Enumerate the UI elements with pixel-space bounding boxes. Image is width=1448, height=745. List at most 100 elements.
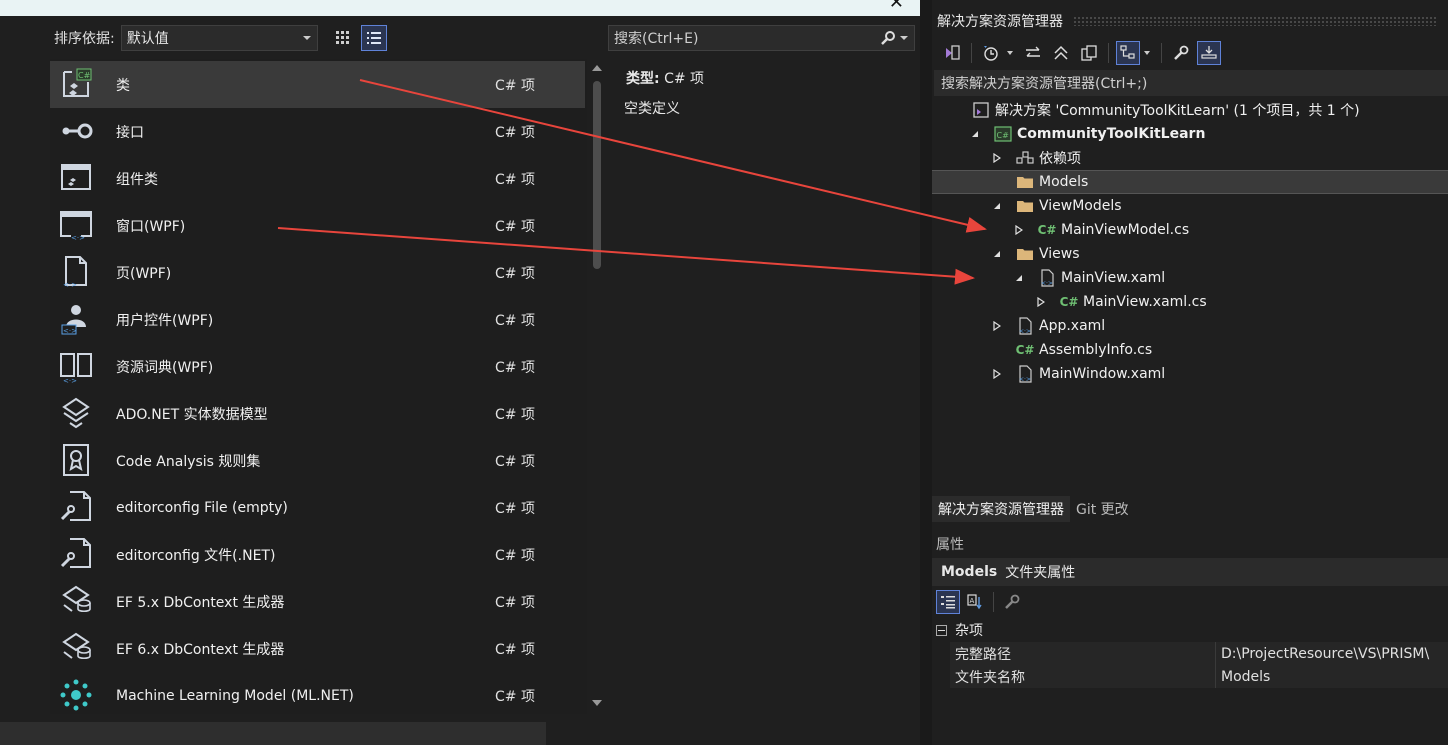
template-item-type: C# 项: [495, 547, 535, 564]
collapse-all-button[interactable]: [1049, 41, 1073, 65]
xaml-file-icon: <·>: [1016, 317, 1034, 335]
template-item[interactable]: Machine Learning Model (ML.NET) C# 项: [50, 672, 585, 714]
template-item[interactable]: EF 5.x DbContext 生成器 C# 项: [50, 578, 585, 625]
alphabetical-button[interactable]: A: [963, 590, 987, 614]
template-list-scrollbar[interactable]: [588, 59, 606, 714]
collapse-icon[interactable]: [936, 624, 947, 636]
sort-dropdown[interactable]: 默认值: [120, 25, 318, 51]
tree-node[interactable]: 解决方案 'CommunityToolKitLearn' (1 个项目，共 1 …: [932, 98, 1448, 122]
property-value[interactable]: Models: [1221, 669, 1270, 685]
template-item-type: C# 项: [495, 265, 535, 282]
close-icon[interactable]: ✕: [889, 0, 904, 13]
template-item-name: EF 6.x DbContext 生成器: [116, 641, 285, 658]
solution-explorer-search-input[interactable]: 搜索解决方案资源管理器(Ctrl+;): [934, 70, 1448, 96]
tab-git-changes[interactable]: Git 更改: [1070, 496, 1135, 522]
tree-view-button[interactable]: [1116, 41, 1140, 65]
horizontal-scrollbar[interactable]: [0, 722, 546, 745]
add-new-item-dialog: ✕ 排序依据: 默认值 搜索(Ctrl+E) C# 类 C# 项接口 C# 项组件类 C…: [0, 0, 920, 745]
panel-divider[interactable]: [920, 0, 932, 745]
search-icon: [881, 31, 895, 45]
scroll-up-icon[interactable]: [592, 65, 602, 71]
template-item[interactable]: C# 类 C# 项: [50, 61, 585, 108]
tree-node[interactable]: C# MainViewModel.cs: [932, 218, 1448, 242]
template-item[interactable]: <·> 用户控件(WPF) C# 项: [50, 296, 585, 343]
dbcontext-generator-icon: [58, 583, 98, 621]
wrench-icon: [1005, 594, 1020, 609]
tree-node[interactable]: Views: [932, 242, 1448, 266]
toolbar-separator: [971, 43, 972, 63]
ml-model-icon: [58, 677, 98, 714]
resource-dictionary-icon: <·>: [58, 348, 98, 386]
template-item-type: C# 项: [495, 359, 535, 376]
template-item-type: C# 项: [495, 453, 535, 470]
ruleset-icon: [58, 442, 98, 480]
tree-node[interactable]: ViewModels: [932, 194, 1448, 218]
list-view-button[interactable]: [361, 25, 387, 51]
collapsed-arrow-icon[interactable]: [992, 369, 1002, 379]
property-value[interactable]: D:\ProjectResource\VS\PRISM\: [1221, 646, 1429, 662]
tree-node[interactable]: <·> MainWindow.xaml: [932, 362, 1448, 386]
expanded-arrow-icon[interactable]: [992, 201, 1002, 211]
svg-text:<·>: <·>: [63, 377, 77, 384]
scrollbar-thumb[interactable]: [593, 81, 601, 269]
tree-node[interactable]: <·> App.xaml: [932, 314, 1448, 338]
scroll-down-icon[interactable]: [592, 700, 602, 706]
expanded-arrow-icon[interactable]: [970, 129, 980, 139]
dbcontext-generator-icon: [58, 630, 98, 668]
collapsed-arrow-icon[interactable]: [992, 153, 1002, 163]
solution-tree: 解决方案 'CommunityToolKitLearn' (1 个项目，共 1 …: [932, 98, 1448, 498]
chevron-down-icon[interactable]: [1007, 51, 1013, 55]
properties-object-type: 文件夹属性: [1005, 565, 1076, 581]
interface-icon: [58, 113, 98, 151]
template-item[interactable]: EF 6.x DbContext 生成器 C# 项: [50, 625, 585, 672]
template-item[interactable]: editorconfig File (empty) C# 项: [50, 484, 585, 531]
template-item[interactable]: 组件类 C# 项: [50, 155, 585, 202]
template-item[interactable]: editorconfig 文件(.NET) C# 项: [50, 531, 585, 578]
preview-selected-items-button[interactable]: [1197, 41, 1221, 65]
tree-node[interactable]: Models: [932, 170, 1448, 194]
property-row-full-path[interactable]: 完整路径 D:\ProjectResource\VS\PRISM\: [950, 642, 1448, 665]
template-item[interactable]: ADO.NET 实体数据模型 C# 项: [50, 390, 585, 437]
property-row-folder-name[interactable]: 文件夹名称 Models: [950, 665, 1448, 688]
show-all-files-button[interactable]: [1077, 41, 1101, 65]
template-item-name: 用户控件(WPF): [116, 312, 214, 329]
template-item[interactable]: <·> 资源词典(WPF) C# 项: [50, 343, 585, 390]
svg-text:C#: C#: [997, 131, 1010, 140]
tree-node[interactable]: <·> MainView.xaml: [932, 266, 1448, 290]
template-search-input[interactable]: 搜索(Ctrl+E): [608, 25, 915, 51]
properties-category[interactable]: 杂项: [932, 619, 1448, 641]
template-list: C# 类 C# 项接口 C# 项组件类 C# 项 <·> 窗口(WPF) C# 项 <·> 页(W…: [50, 59, 587, 714]
tree-node[interactable]: C# AssemblyInfo.cs: [932, 338, 1448, 362]
xaml-file-icon: <·>: [1038, 269, 1056, 287]
property-pages-button[interactable]: [1000, 590, 1024, 614]
tree-node[interactable]: C# MainView.xaml.cs: [932, 290, 1448, 314]
template-type-value: C# 项: [664, 71, 705, 87]
collapsed-arrow-icon[interactable]: [1036, 297, 1046, 307]
expanded-arrow-icon[interactable]: [992, 249, 1002, 259]
collapsed-arrow-icon[interactable]: [992, 321, 1002, 331]
template-item-name: EF 5.x DbContext 生成器: [116, 594, 285, 611]
template-item[interactable]: <·> 页(WPF) C# 项: [50, 249, 585, 296]
collapsed-arrow-icon[interactable]: [1014, 225, 1024, 235]
switch-views-button[interactable]: [940, 41, 964, 65]
pending-changes-filter-button[interactable]: [979, 41, 1003, 65]
tree-node[interactable]: 依赖项: [932, 146, 1448, 170]
csharp-file-icon: C#: [1059, 295, 1079, 309]
chevron-down-icon[interactable]: [1144, 51, 1150, 55]
properties-object-selector[interactable]: Models 文件夹属性: [932, 558, 1448, 586]
categorized-button[interactable]: [936, 590, 960, 614]
properties-button[interactable]: [1169, 41, 1193, 65]
chevron-down-icon: [900, 36, 908, 40]
tree-node[interactable]: C# CommunityToolKitLearn: [932, 122, 1448, 146]
template-item[interactable]: <·> 窗口(WPF) C# 项: [50, 202, 585, 249]
solution-explorer-title-bar: 解决方案资源管理器: [932, 6, 1448, 36]
xaml-file-icon: <·>: [1016, 365, 1034, 383]
grid-view-button[interactable]: [330, 25, 356, 51]
expanded-arrow-icon[interactable]: [1014, 273, 1024, 283]
tab-solution-explorer[interactable]: 解决方案资源管理器: [932, 496, 1070, 522]
template-item[interactable]: Code Analysis 规则集 C# 项: [50, 437, 585, 484]
title-grip[interactable]: [1073, 16, 1438, 26]
sort-bar: 排序依据: 默认值: [54, 25, 318, 51]
sync-with-active-document-button[interactable]: [1021, 41, 1045, 65]
template-item[interactable]: 接口 C# 项: [50, 108, 585, 155]
